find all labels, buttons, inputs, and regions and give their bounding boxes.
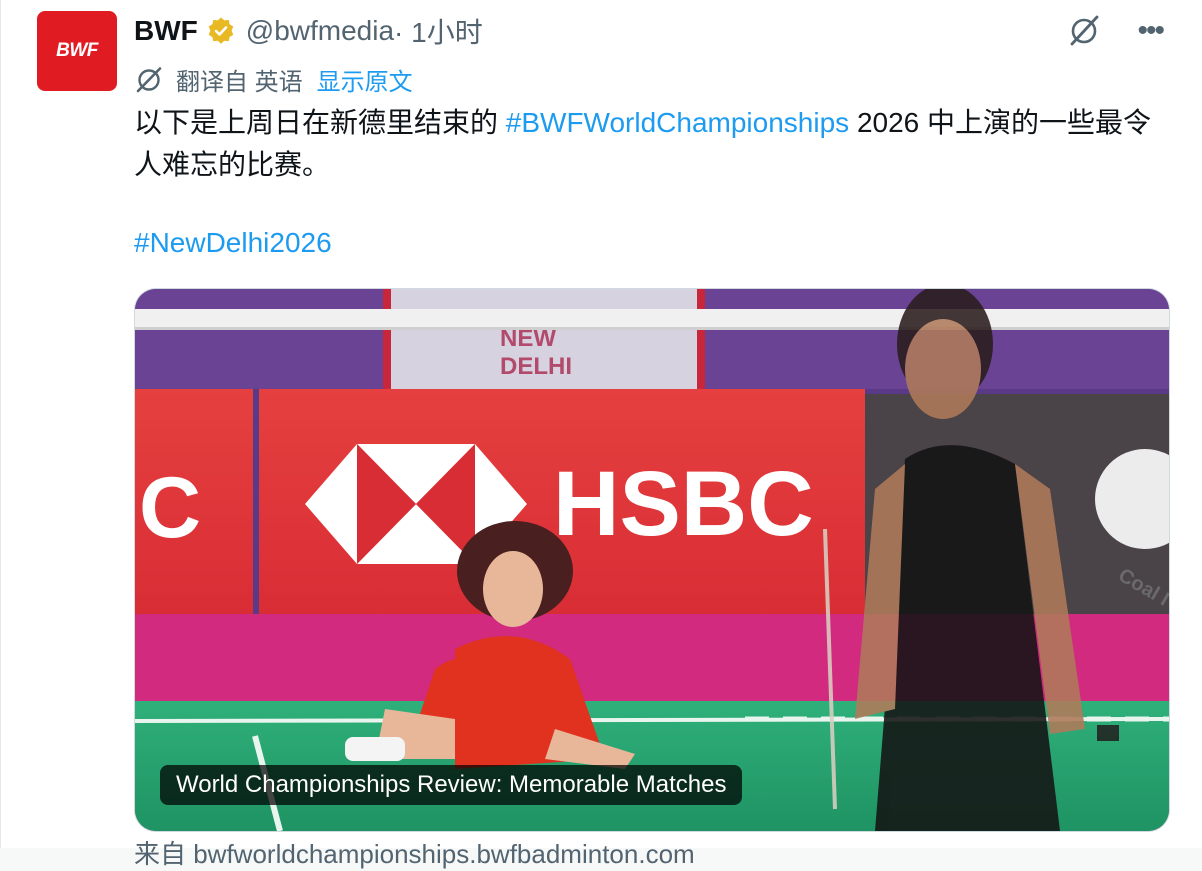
display-name[interactable]: BWF [134, 15, 198, 47]
translate-icon [134, 65, 164, 95]
avatar-logo-text: BWF [56, 40, 98, 61]
more-icon[interactable]: ••• [1137, 16, 1164, 46]
grok-icon[interactable] [1067, 14, 1101, 48]
hsbc-text: HSBC [553, 453, 814, 555]
badminton-photo: NEW DELHI C HSBC Coal I [135, 289, 1169, 831]
tweet-text: 以下是上周日在新德里结束的 #BWFWorldChampionships 202… [134, 102, 1164, 186]
verified-badge-icon[interactable] [206, 16, 236, 46]
hashtag-link[interactable]: #BWFWorldChampionships [506, 107, 849, 138]
media-photo[interactable]: NEW DELHI C HSBC Coal I World Championsh… [134, 288, 1170, 832]
media-caption: World Championships Review: Memorable Ma… [160, 765, 743, 805]
translation-row: 翻译自 英语 显示原文 [134, 62, 413, 97]
translated-from-label: 翻译自 英语 [176, 69, 303, 96]
tweet-card[interactable]: BWF BWF @bwfmedia · 1小时 ••• 翻译自 英语 显示原文 … [0, 0, 1202, 869]
tweet-header: BWF @bwfmedia · 1小时 [134, 14, 483, 48]
handle[interactable]: @bwfmedia [246, 15, 394, 47]
avatar[interactable]: BWF [37, 11, 117, 91]
board-letter-c: C [139, 460, 201, 556]
link-source[interactable]: 来自 bwfworldchampionships.bwfbadminton.co… [134, 834, 695, 871]
timestamp[interactable]: · 1小时 [394, 11, 483, 51]
show-original-link[interactable]: 显示原文 [317, 62, 413, 97]
tweet-text-part1: 以下是上周日在新德里结束的 [134, 107, 506, 138]
venue-text-delhi: DELHI [500, 353, 572, 380]
hashtag-link-2[interactable]: #NewDelhi2026 [134, 222, 332, 264]
tweet-actions-top: ••• [1067, 14, 1165, 48]
